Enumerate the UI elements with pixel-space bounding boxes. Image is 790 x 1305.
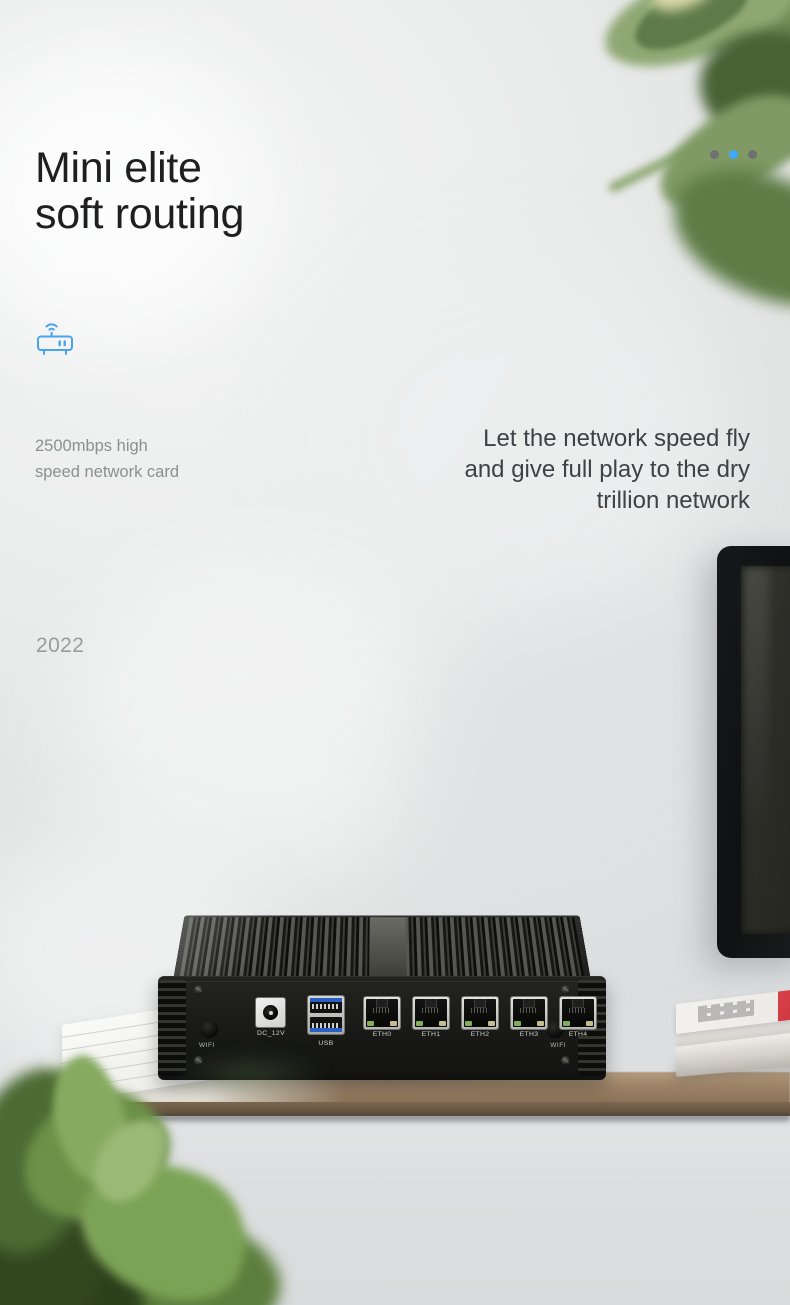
marketing-tagline: Let the network speed fly and give full … bbox=[464, 425, 750, 514]
ethernet-port-2 bbox=[462, 997, 498, 1029]
plant-decoration-bottom-left bbox=[0, 1048, 295, 1305]
computer-monitor bbox=[717, 546, 790, 958]
year-label: 2022 bbox=[36, 634, 85, 657]
usb-label: USB bbox=[318, 1040, 334, 1047]
book-stack bbox=[676, 981, 790, 1081]
carousel-dot-1[interactable] bbox=[710, 150, 719, 159]
dc-power-label: DC_12V bbox=[256, 1030, 286, 1037]
dc-power-jack bbox=[256, 998, 285, 1027]
ethernet-label-4: ETH4 bbox=[568, 1031, 588, 1038]
ethernet-port-1 bbox=[413, 997, 449, 1029]
ethernet-port-0 bbox=[364, 997, 400, 1029]
ethernet-port-4 bbox=[560, 997, 596, 1029]
ethernet-label-0: ETH0 bbox=[372, 1031, 392, 1038]
usb-ports bbox=[308, 996, 344, 1034]
carousel-dots[interactable] bbox=[710, 150, 757, 159]
carousel-dot-3[interactable] bbox=[748, 150, 757, 159]
page-title: Mini elite soft routing bbox=[35, 144, 245, 238]
feature-caption: 2500mbps high speed network card bbox=[35, 437, 179, 482]
monitor-glare bbox=[743, 568, 769, 838]
ethernet-port-3 bbox=[511, 997, 547, 1029]
router-wifi-icon bbox=[34, 316, 76, 356]
wall-highlight bbox=[70, 560, 450, 890]
ethernet-label-2: ETH2 bbox=[470, 1031, 490, 1038]
promo-banner: Mini elite soft routing 2500mbps high sp… bbox=[0, 0, 790, 1305]
ethernet-label-3: ETH3 bbox=[519, 1031, 539, 1038]
plant-decoration-top-right bbox=[550, 0, 790, 333]
carousel-dot-2-active[interactable] bbox=[729, 150, 738, 159]
port-row: DC_12V USB ETH0 ETH1 ETH2 ETH3 ETH4 bbox=[186, 992, 596, 1062]
ethernet-label-1: ETH1 bbox=[421, 1031, 441, 1038]
